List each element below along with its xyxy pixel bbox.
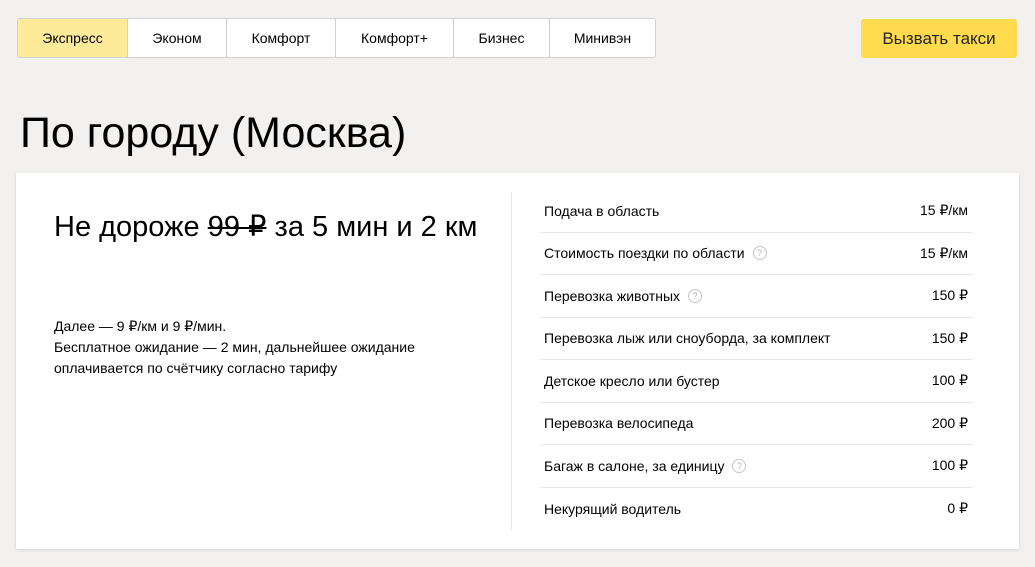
extra-label: Подача в область bbox=[544, 202, 660, 219]
detail-rate: Далее — 9 ₽/км и 9 ₽/мин. bbox=[54, 318, 227, 334]
tab-minivan[interactable]: Минивэн bbox=[550, 19, 655, 57]
detail-waiting: Бесплатное ожидание — 2 мин, дальнейшее … bbox=[54, 339, 415, 376]
extra-price: 100 ₽ bbox=[931, 372, 968, 389]
extra-price: 15 ₽/км bbox=[919, 244, 968, 261]
extra-row: Перевозка велосипеда 200 ₽ bbox=[540, 403, 973, 445]
page-title: По городу (Москва) bbox=[20, 109, 407, 157]
tariff-tabs: Экспресс Эконом Комфорт Комфорт+ Бизнес … bbox=[17, 18, 656, 58]
help-icon[interactable]: ? bbox=[688, 288, 703, 303]
extra-row: Перевозка лыж или сноуборда, за комплект… bbox=[540, 318, 973, 360]
help-icon[interactable]: ? bbox=[752, 246, 767, 261]
extra-price: 15 ₽/км bbox=[919, 202, 968, 219]
extra-row: Багаж в салоне, за единицу? 100 ₽ bbox=[540, 445, 973, 488]
extra-label: Перевозка велосипеда bbox=[544, 415, 694, 432]
extra-row: Некурящий водитель 0 ₽ bbox=[540, 488, 973, 531]
tariff-headline: Не дороже 99 ₽ за 5 мин и 2 км bbox=[54, 208, 484, 246]
extra-label: Некурящий водитель bbox=[544, 500, 682, 517]
tab-comfort[interactable]: Комфорт bbox=[227, 19, 336, 57]
call-taxi-button[interactable]: Вызвать такси bbox=[861, 19, 1017, 58]
extra-price: 100 ₽ bbox=[931, 457, 968, 474]
tab-comfort-plus[interactable]: Комфорт+ bbox=[336, 19, 454, 57]
extra-row: Подача в область 15 ₽/км bbox=[540, 190, 973, 233]
extra-price: 150 ₽ bbox=[931, 287, 968, 304]
extra-row: Стоимость поездки по области? 15 ₽/км bbox=[540, 233, 973, 275]
extras-list: Подача в область 15 ₽/км Стоимость поезд… bbox=[540, 190, 973, 530]
extra-row: Детское кресло или бустер 100 ₽ bbox=[540, 360, 973, 403]
card-divider bbox=[511, 192, 512, 530]
tab-express[interactable]: Экспресс bbox=[18, 19, 128, 57]
tab-business[interactable]: Бизнес bbox=[454, 19, 550, 57]
tariff-card: Не дороже 99 ₽ за 5 мин и 2 км Далее — 9… bbox=[16, 173, 1019, 549]
headline-price: 99 ₽ bbox=[207, 211, 267, 243]
tab-economy[interactable]: Эконом bbox=[128, 19, 227, 57]
extra-price: 200 ₽ bbox=[931, 414, 968, 431]
extra-price: 0 ₽ bbox=[947, 500, 968, 517]
extra-row: Перевозка животных? 150 ₽ bbox=[540, 275, 973, 318]
help-icon[interactable]: ? bbox=[732, 458, 747, 473]
headline-suffix: за 5 мин и 2 км bbox=[266, 211, 478, 243]
tariff-details: Далее — 9 ₽/км и 9 ₽/мин. Бесплатное ожи… bbox=[54, 316, 454, 379]
extra-label: Перевозка лыж или сноуборда, за комплект bbox=[544, 330, 831, 347]
headline-prefix: Не дороже bbox=[54, 211, 208, 243]
extra-label: Стоимость поездки по области bbox=[544, 245, 745, 262]
extra-price: 150 ₽ bbox=[931, 329, 968, 346]
extra-label: Детское кресло или бустер bbox=[544, 372, 720, 389]
extra-label: Перевозка животных bbox=[544, 287, 681, 304]
extra-label: Багаж в салоне, за единицу bbox=[544, 457, 725, 474]
